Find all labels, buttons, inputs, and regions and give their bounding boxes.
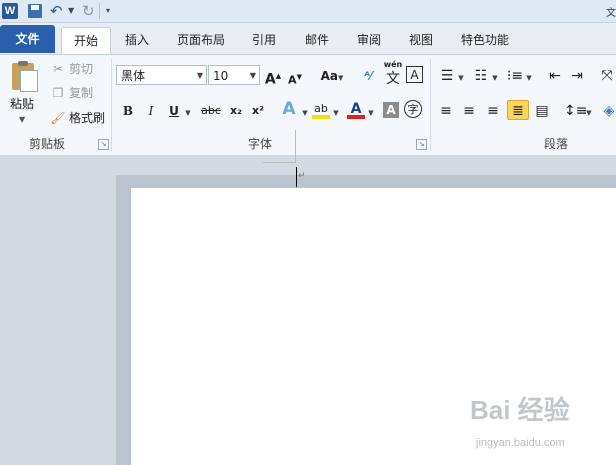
character-shading-button[interactable]: A <box>383 102 399 118</box>
paintbrush-icon: 🖌 <box>50 111 66 125</box>
redo-icon[interactable]: ↻ <box>82 3 95 19</box>
shrink-font-label: A <box>288 73 297 87</box>
copy-button[interactable]: ❐ 复制 <box>50 83 93 103</box>
tab-view[interactable]: 视图 <box>400 27 442 53</box>
strikethrough-button[interactable]: abc <box>200 101 222 121</box>
tab-insert[interactable]: 插入 <box>116 27 158 53</box>
ribbon-tabs: 文件 开始 插入 页面布局 引用 邮件 审阅 视图 特色功能 <box>0 23 616 55</box>
cut-button[interactable]: ✂ 剪切 <box>50 59 93 79</box>
highlight-label: ab <box>314 102 328 115</box>
watermark-logo: Bai 经验 <box>470 395 570 425</box>
font-name-value: 黑体 <box>121 69 146 83</box>
highlight-dropdown-icon[interactable]: ▼ <box>331 101 341 121</box>
multilevel-list-icon[interactable]: ⁝≡ <box>506 66 524 86</box>
group-divider <box>111 59 112 151</box>
align-center-icon[interactable]: ≡ <box>460 101 478 121</box>
watermark-url: jingyan.baidu.com <box>476 437 565 449</box>
shrink-font-button[interactable]: A▼ <box>287 67 303 87</box>
paste-dropdown-icon[interactable]: ▼ <box>19 115 25 124</box>
scissors-icon: ✂ <box>52 62 64 76</box>
decrease-indent-icon[interactable]: ⇤ <box>546 66 564 86</box>
superscript-button[interactable]: x² <box>249 101 267 121</box>
chinese-layout-icon[interactable]: ⤧ <box>598 66 616 86</box>
text-effects-button[interactable]: A <box>279 99 299 119</box>
line-spacing-icon[interactable]: ↕≡ <box>564 101 587 121</box>
font-color-dropdown-icon[interactable]: ▼ <box>366 101 376 121</box>
enclose-characters-button[interactable]: 字 <box>404 100 422 118</box>
ribbon-home: 粘贴 ▼ ✂ 剪切 ❐ 复制 🖌 格式刷 剪贴板 ↘ 黑体 ▼ 10 ▼ A▲ A▼ … <box>0 54 616 156</box>
chevron-down-icon: ▼ <box>196 71 203 80</box>
tab-file[interactable]: 文件 <box>0 25 55 53</box>
align-right-icon[interactable]: ≡ <box>484 101 502 121</box>
change-case-label: Aa <box>320 69 338 83</box>
line-spacing-dropdown-icon[interactable]: ▼ <box>584 101 594 121</box>
font-size-combo[interactable]: 10 ▼ <box>208 65 260 85</box>
title-bar-edge-text: 文 <box>606 8 616 19</box>
tab-review[interactable]: 审阅 <box>348 27 390 53</box>
phonetic-guide-char: 文 <box>386 71 400 87</box>
margin-corner-mark <box>263 130 296 163</box>
clipboard-group-label: 剪贴板 <box>28 137 65 151</box>
cut-label: 剪切 <box>69 62 94 76</box>
copy-label: 复制 <box>69 86 94 100</box>
word-app-icon[interactable]: W <box>2 3 18 19</box>
undo-dropdown-icon[interactable]: ▼ <box>68 3 74 19</box>
group-divider <box>430 59 431 151</box>
qat-separator <box>99 3 100 19</box>
phonetic-guide-button[interactable]: wén 文 <box>383 59 403 87</box>
font-name-combo[interactable]: 黑体 ▼ <box>116 65 207 85</box>
phonetic-guide-pinyin: wén <box>383 60 403 69</box>
grow-font-label: A <box>264 71 276 88</box>
italic-button[interactable]: I <box>143 101 159 121</box>
font-color-button[interactable]: A <box>347 99 365 119</box>
tab-special-features[interactable]: 特色功能 <box>452 27 518 53</box>
justify-icon[interactable]: ≣ <box>507 100 529 120</box>
customize-qat-icon[interactable]: ▾ <box>106 3 110 19</box>
copy-icon: ❐ <box>52 86 64 100</box>
paste-icon[interactable] <box>12 61 38 92</box>
align-left-icon[interactable]: ≡ <box>437 101 455 121</box>
multilevel-list-dropdown-icon[interactable]: ▼ <box>524 66 534 86</box>
tab-page-layout[interactable]: 页面布局 <box>168 27 234 53</box>
paragraph-shading-icon[interactable]: ◈ <box>602 101 616 121</box>
highlight-color-bar <box>312 115 330 119</box>
format-painter-label: 格式刷 <box>69 111 106 125</box>
bold-button[interactable]: B <box>120 101 136 121</box>
undo-icon[interactable]: ↶ <box>50 3 63 19</box>
font-dialog-launcher[interactable]: ↘ <box>416 139 427 150</box>
character-border-button[interactable]: A <box>406 66 423 83</box>
distributed-icon[interactable]: ▤ <box>533 101 551 121</box>
chevron-down-icon: ▼ <box>249 71 256 80</box>
tab-home[interactable]: 开始 <box>61 27 111 55</box>
subscript-button[interactable]: x₂ <box>227 101 245 121</box>
highlight-button[interactable]: ab <box>312 99 330 119</box>
tab-mailings[interactable]: 邮件 <box>296 27 338 53</box>
font-size-value: 10 <box>213 69 229 83</box>
underline-button[interactable]: U <box>166 101 182 121</box>
underline-dropdown-icon[interactable]: ▼ <box>183 101 193 121</box>
change-case-button[interactable]: Aa▼ <box>318 66 346 86</box>
bullets-dropdown-icon[interactable]: ▼ <box>456 66 466 86</box>
paragraph-mark-icon: ↵ <box>298 171 306 181</box>
numbering-icon[interactable]: ☷ <box>472 66 490 86</box>
tab-references[interactable]: 引用 <box>243 27 285 53</box>
quick-access-toolbar: W ↶ ▼ ↻ ▾ 文 <box>0 0 616 23</box>
increase-indent-icon[interactable]: ⇥ <box>568 66 586 86</box>
text-effects-dropdown-icon[interactable]: ▼ <box>300 101 310 121</box>
clipboard-dialog-launcher[interactable]: ↘ <box>98 139 109 150</box>
bullets-icon[interactable]: ☰ <box>438 66 456 86</box>
format-painter-button[interactable]: 🖌 格式刷 <box>50 108 105 128</box>
grow-font-button[interactable]: A▲ <box>264 66 282 88</box>
text-cursor <box>296 167 297 187</box>
clear-formatting-button[interactable]: ᴬ⁄ <box>358 66 378 86</box>
font-color-label: A <box>350 101 362 117</box>
numbering-dropdown-icon[interactable]: ▼ <box>490 66 500 86</box>
paragraph-group-label: 段落 <box>543 137 568 151</box>
save-icon[interactable] <box>28 4 42 18</box>
paste-button-label[interactable]: 粘贴 <box>10 95 34 112</box>
